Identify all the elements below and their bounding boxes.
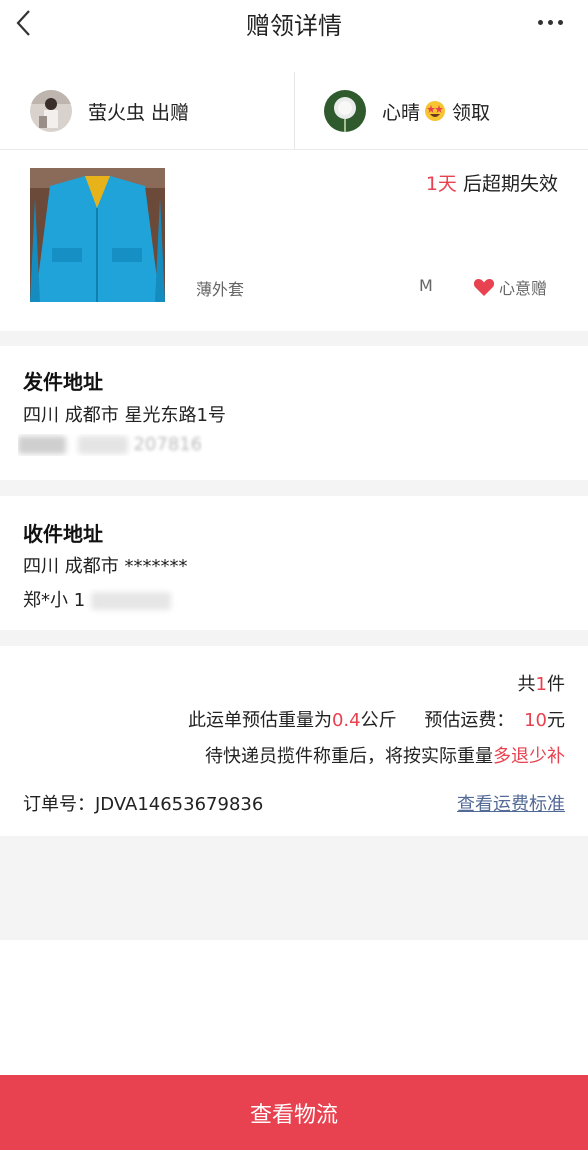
sender-address-line: 四川 成都市 星光东路1号 bbox=[23, 405, 226, 426]
section-gap bbox=[0, 630, 588, 646]
note-prefix: 待快递员揽件称重后，将按实际重量 bbox=[205, 746, 493, 767]
fee-unit: 元 bbox=[547, 710, 565, 731]
weight-note: 待快递员揽件称重后，将按实际重量多退少补 bbox=[205, 742, 565, 768]
user-row: 萤火虫 出赠 心晴 领取 bbox=[0, 72, 588, 150]
sender-address-section: 发件地址 四川 成都市 星光东路1号 207816 bbox=[0, 346, 588, 480]
receiver-name-partial: 郑*小 1 bbox=[23, 590, 86, 611]
weight-fee-line: 此运单预估重量为0.4公斤 预估运费： 10元 bbox=[188, 706, 565, 732]
view-logistics-button[interactable]: 查看物流 bbox=[0, 1075, 588, 1150]
receiver-address-line: 四川 成都市 ******* bbox=[23, 556, 188, 577]
expire-days: 1天 bbox=[425, 173, 457, 195]
expire-text: 后超期失效 bbox=[462, 173, 558, 195]
receiver-name: 心晴 bbox=[382, 101, 421, 124]
sender-contact-line: 207816 bbox=[18, 434, 202, 456]
product-image[interactable] bbox=[30, 168, 165, 302]
top-bar: 赠领详情 bbox=[0, 0, 588, 48]
more-icon[interactable] bbox=[538, 14, 568, 30]
blurred-contact bbox=[90, 592, 171, 610]
user-divider bbox=[294, 72, 295, 150]
giver-name: 萤火虫 bbox=[88, 101, 146, 124]
receiver-contact-line: 郑*小 1 bbox=[23, 586, 171, 612]
receiver-action: 领取 bbox=[452, 101, 491, 124]
count-suffix: 件 bbox=[547, 674, 565, 695]
receiver-info[interactable]: 心晴 领取 bbox=[324, 72, 490, 150]
shipping-summary: 共1件 此运单预估重量为0.4公斤 预估运费： 10元 待快递员揽件称重后，将按… bbox=[0, 646, 588, 836]
section-gap bbox=[0, 480, 588, 496]
order-value: JDVA14653679836 bbox=[95, 794, 264, 815]
count-prefix: 共 bbox=[517, 674, 536, 695]
receiver-address-section: 收件地址 四川 成都市 ******* 郑*小 1 bbox=[0, 496, 588, 630]
weight-value: 0.4 bbox=[331, 710, 361, 731]
fee-value: 10 bbox=[524, 710, 547, 731]
page-title: 赠领详情 bbox=[246, 12, 342, 40]
receiver-address-title: 收件地址 bbox=[23, 522, 103, 546]
fee-label: 预估运费： bbox=[424, 710, 515, 731]
receiver-avatar[interactable] bbox=[324, 90, 366, 132]
sender-address-title: 发件地址 bbox=[23, 370, 103, 394]
count-value: 1 bbox=[535, 674, 547, 695]
item-card[interactable]: 1天 后超期失效 薄外套 M 心意赠 bbox=[0, 151, 588, 331]
gift-tag: 心意赠 bbox=[473, 275, 547, 299]
sender-phone-partial: 207816 bbox=[133, 434, 203, 455]
expire-notice: 1天 后超期失效 bbox=[426, 169, 558, 196]
giver-info[interactable]: 萤火虫 出赠 bbox=[30, 72, 189, 150]
weight-unit: 公斤 bbox=[360, 710, 397, 731]
blurred-contact bbox=[77, 436, 128, 454]
star-struck-emoji-icon bbox=[424, 100, 446, 122]
blurred-contact bbox=[18, 436, 66, 454]
item-count: 共1件 bbox=[518, 670, 565, 696]
weight-prefix: 此运单预估重量为 bbox=[187, 710, 332, 731]
heart-icon bbox=[473, 279, 495, 296]
order-label: 订单号： bbox=[23, 794, 95, 815]
section-gap bbox=[0, 331, 588, 346]
gift-tag-label: 心意赠 bbox=[499, 279, 548, 298]
empty-area bbox=[0, 836, 588, 940]
giver-avatar[interactable] bbox=[30, 90, 72, 132]
item-name: 薄外套 bbox=[196, 280, 245, 299]
fee-standard-link[interactable]: 查看运费标准 bbox=[457, 790, 565, 816]
giver-action: 出赠 bbox=[151, 101, 190, 124]
order-number: 订单号：JDVA14653679836 bbox=[23, 790, 263, 816]
item-size: M bbox=[419, 276, 433, 295]
note-highlight: 多退少补 bbox=[493, 746, 565, 767]
